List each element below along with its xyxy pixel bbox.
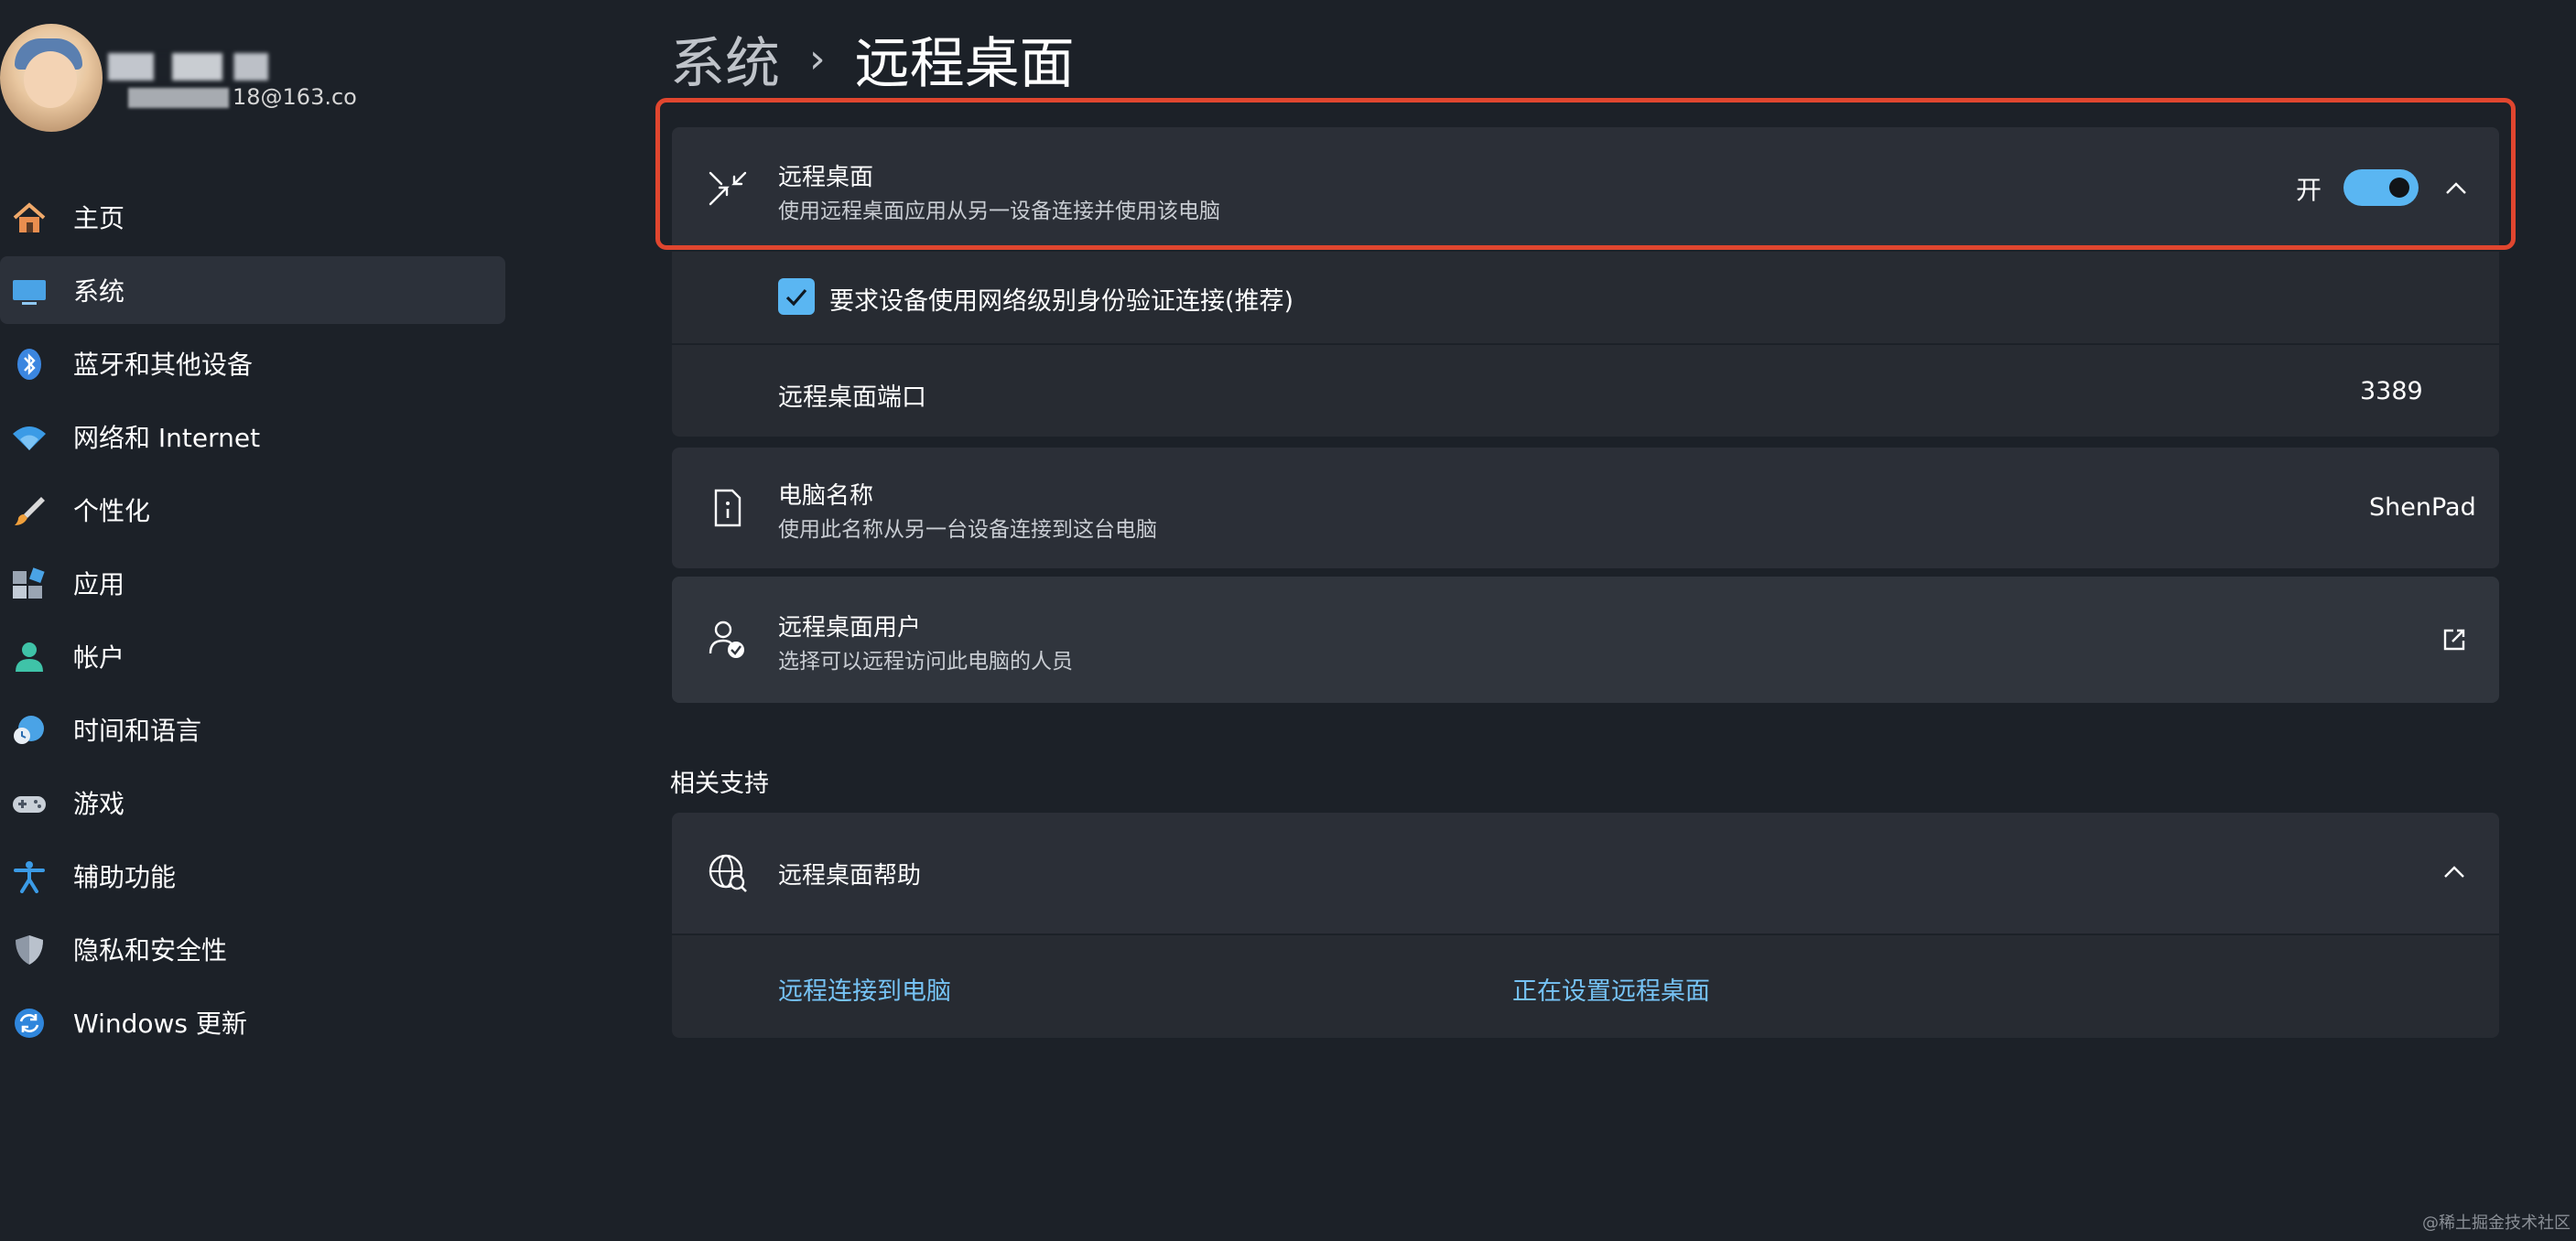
pc-name-value: ShenPad — [2369, 493, 2476, 522]
pc-info-icon — [714, 489, 741, 527]
sidebar-item-label: 时间和语言 — [73, 716, 202, 746]
sidebar-item-network[interactable]: 网络和 Internet — [0, 403, 505, 470]
nla-checkbox[interactable] — [778, 278, 815, 315]
sidebar-item-accounts[interactable]: 帐户 — [0, 622, 505, 690]
account-icon — [16, 642, 43, 672]
highlight-box — [655, 98, 2516, 250]
help-link-connect[interactable]: 远程连接到电脑 — [778, 971, 951, 1007]
sidebar-item-windows-update[interactable]: Windows 更新 — [0, 988, 505, 1056]
remote-desktop-users-card[interactable]: 远程桌面用户 选择可以远程访问此电脑的人员 — [672, 577, 2499, 703]
sidebar: 18@163.co 主页 系统 蓝牙和其他设备 网络和 Internet 个性化… — [0, 0, 513, 1241]
related-support-heading: 相关支持 — [670, 770, 769, 798]
sidebar-item-personalization[interactable]: 个性化 — [0, 476, 505, 544]
chevron-up-icon[interactable] — [2441, 858, 2468, 886]
home-icon — [13, 202, 46, 232]
paintbrush-icon — [15, 497, 45, 525]
watermark: @稀土掘金技术社区 — [2422, 1214, 2571, 1233]
port-row — [672, 345, 2499, 437]
apps-icon — [13, 567, 45, 599]
pc-name-title: 电脑名称 — [778, 482, 874, 510]
checkmark-icon — [785, 288, 807, 307]
user-email: 18@163.co — [128, 84, 357, 110]
breadcrumb-separator: › — [809, 35, 826, 82]
sidebar-item-label: 蓝牙和其他设备 — [73, 350, 254, 380]
sidebar-item-system[interactable]: 系统 — [0, 256, 505, 324]
sidebar-item-accessibility[interactable]: 辅助功能 — [0, 842, 505, 910]
sidebar-item-label: Windows 更新 — [73, 1009, 247, 1039]
breadcrumb: 系统 › 远程桌面 — [670, 22, 1075, 96]
gamepad-icon — [13, 796, 46, 813]
sidebar-item-label: 网络和 Internet — [73, 423, 261, 453]
remote-desktop-users-description: 选择可以远程访问此电脑的人员 — [778, 650, 1073, 674]
sidebar-item-label: 系统 — [73, 276, 125, 307]
sidebar-item-privacy[interactable]: 隐私和安全性 — [0, 915, 505, 983]
pc-name-description: 使用此名称从另一台设备连接到这台电脑 — [778, 518, 1157, 542]
sidebar-item-label: 帐户 — [73, 642, 125, 673]
sidebar-item-bluetooth[interactable]: 蓝牙和其他设备 — [0, 329, 505, 397]
redaction-mask — [128, 88, 229, 108]
bluetooth-icon — [17, 349, 41, 380]
sidebar-item-label: 个性化 — [73, 496, 151, 526]
update-icon — [15, 1009, 44, 1038]
sidebar-item-label: 隐私和安全性 — [73, 935, 228, 966]
sidebar-item-gaming[interactable]: 游戏 — [0, 769, 505, 836]
wifi-icon — [13, 426, 46, 450]
port-value: 3389 — [2360, 377, 2423, 405]
sidebar-nav: 主页 系统 蓝牙和其他设备 网络和 Internet 个性化 应用 帐户 时间和… — [0, 183, 505, 1062]
user-avatar[interactable] — [0, 24, 103, 132]
nla-checkbox-label[interactable]: 要求设备使用网络级别身份验证连接(推荐) — [829, 281, 1293, 317]
sidebar-item-apps[interactable]: 应用 — [0, 549, 505, 617]
system-display-icon — [13, 280, 46, 305]
globe-search-icon — [709, 854, 747, 892]
sidebar-item-label: 游戏 — [73, 789, 125, 819]
sidebar-item-label: 主页 — [73, 203, 125, 233]
pc-name-card: 电脑名称 使用此名称从另一台设备连接到这台电脑 ShenPad — [672, 448, 2499, 568]
remote-desktop-users-title: 远程桌面用户 — [778, 614, 922, 642]
breadcrumb-parent-system[interactable]: 系统 — [670, 19, 780, 99]
user-name — [108, 53, 337, 81]
page-title: 远程桌面 — [854, 31, 1075, 96]
remote-desktop-help-card[interactable]: 远程桌面帮助 — [672, 813, 2499, 933]
sidebar-item-time-language[interactable]: 时间和语言 — [0, 696, 505, 763]
remote-desktop-help-title: 远程桌面帮助 — [778, 862, 922, 890]
shield-icon — [16, 935, 43, 965]
sidebar-item-label: 辅助功能 — [73, 862, 177, 892]
accessibility-icon — [14, 861, 45, 893]
help-link-setup[interactable]: 正在设置远程桌面 — [1512, 971, 1710, 1007]
sidebar-item-label: 应用 — [73, 569, 125, 599]
port-label: 远程桌面端口 — [778, 383, 926, 412]
user-check-icon — [709, 620, 744, 658]
external-link-icon[interactable] — [2441, 626, 2468, 653]
sidebar-item-home[interactable]: 主页 — [0, 183, 505, 251]
globe-clock-icon — [14, 716, 44, 744]
